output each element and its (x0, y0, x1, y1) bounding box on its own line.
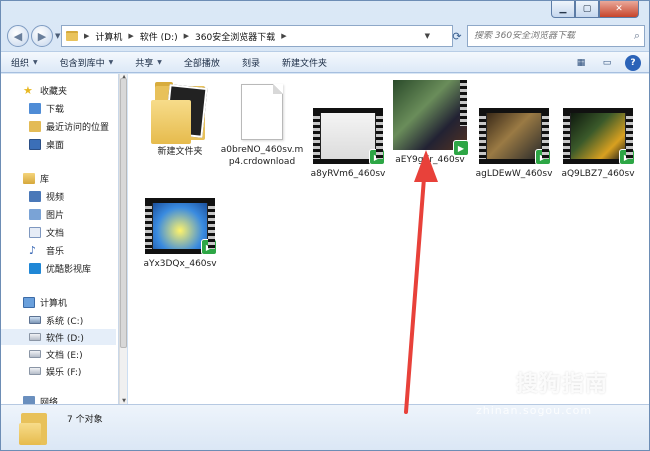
help-icon[interactable]: ? (625, 55, 641, 71)
drive-icon (29, 333, 41, 341)
star-icon: ★ (23, 83, 33, 97)
sidebar-item-documents[interactable]: 文档 (29, 224, 64, 240)
sidebar-item-youku[interactable]: 优酷影视库 (29, 260, 91, 276)
chevron-down-icon: ▼ (33, 58, 38, 66)
sidebar-item-libraries[interactable]: 库 (23, 170, 49, 186)
play-all-button[interactable]: 全部播放 (184, 56, 220, 69)
chevron-right-icon: ▶ (84, 32, 90, 40)
video-thumbnail-icon: ▶ (145, 198, 217, 255)
music-note-icon: ♪ (29, 243, 37, 257)
sidebar-item-drive-e[interactable]: 文档 (E:) (29, 346, 83, 362)
video-thumbnail-icon: ▶ (563, 108, 635, 165)
view-options-icon[interactable]: ▦ (573, 55, 589, 71)
file-list: 新建文件夹 a0breNO_460sv.mp4.crdownload ▶ a8y… (128, 74, 649, 404)
chevron-right-icon: ▶ (183, 32, 190, 40)
file-item-video[interactable]: ▶ aQ9LBZ7_460sv (556, 108, 640, 180)
video-thumbnail-icon: ▶ (393, 80, 469, 156)
address-bar[interactable]: ▶ 计算机 ▶ 软件 (D:) ▶ 360安全浏览器下载 ▶ ▼ (61, 25, 453, 47)
include-in-library-button[interactable]: 包含到库中 ▼ (60, 56, 114, 69)
watermark-url: zhinan.sogou.com (476, 404, 593, 417)
burn-button[interactable]: 刻录 (242, 56, 260, 69)
watermark-brand: 搜狗指南 (516, 372, 609, 397)
sidebar-item-drive-c[interactable]: 系统 (C:) (29, 312, 83, 328)
folder-icon (151, 80, 209, 144)
sidebar-item-videos[interactable]: 视频 (29, 188, 64, 204)
address-dropdown-icon[interactable]: ▼ (425, 32, 430, 40)
chevron-right-icon: ▶ (128, 32, 134, 40)
organize-button[interactable]: 组织 ▼ (11, 56, 38, 69)
sidebar-item-drive-f[interactable]: 娱乐 (F:) (29, 363, 81, 379)
video-library-icon (29, 190, 41, 202)
file-item-video[interactable]: ▶ aYx3DQx_460sv (138, 198, 222, 270)
chevron-right-icon: ▶ (281, 32, 287, 40)
recent-places-icon (29, 120, 41, 132)
network-icon (23, 396, 35, 404)
sidebar-item-desktop[interactable]: 桌面 (29, 136, 64, 152)
sidebar-scrollbar[interactable]: ▲ ▼ (119, 74, 127, 404)
desktop-icon (29, 138, 41, 150)
breadcrumb-download-folder[interactable]: ▶ 360安全浏览器下载 ▶ (184, 30, 293, 43)
computer-icon (23, 296, 35, 308)
system-drive-icon (29, 316, 41, 324)
player-badge-icon: ▶ (619, 149, 635, 165)
video-thumbnail-icon: ▶ (313, 108, 385, 165)
drive-icon (29, 367, 41, 375)
command-toolbar: 组织 ▼ 包含到库中 ▼ 共享 ▼ 全部播放 刻录 新建文件夹 ▦ ▭ ? (1, 51, 649, 73)
sidebar-item-recent[interactable]: 最近访问的位置 (29, 118, 109, 134)
search-input[interactable] (474, 31, 624, 41)
close-button[interactable]: ✕ (599, 1, 639, 18)
folder-icon (66, 31, 78, 41)
preview-pane-icon[interactable]: ▭ (599, 55, 615, 71)
minimize-button[interactable]: ▁ (551, 1, 575, 18)
player-badge-icon: ▶ (535, 149, 551, 165)
back-button[interactable]: ◀ (7, 25, 29, 47)
file-item-video[interactable]: ▶ agLDEwW_460sv (472, 108, 556, 180)
sidebar-item-downloads[interactable]: 下载 (29, 100, 64, 116)
chevron-down-icon: ▼ (157, 58, 162, 66)
chevron-down-icon: ▼ (108, 58, 114, 66)
refresh-button[interactable]: ⟳ (447, 26, 467, 46)
share-button[interactable]: 共享 ▼ (135, 56, 162, 69)
player-badge-icon: ▶ (453, 140, 469, 156)
window-controls: ▁ ▢ ✕ (551, 1, 639, 18)
drive-icon (29, 350, 41, 358)
breadcrumb-drive-d[interactable]: ▶ 软件 (D:) (128, 30, 177, 43)
sogou-logo-icon: S (474, 362, 510, 398)
sidebar-item-drive-d[interactable]: 软件 (D:) (1, 329, 116, 345)
item-count: 7 个对象 (67, 415, 103, 425)
document-library-icon (29, 226, 41, 238)
player-badge-icon: ▶ (369, 149, 385, 165)
sidebar-item-pictures[interactable]: 图片 (29, 206, 64, 222)
picture-library-icon (29, 208, 41, 220)
search-box[interactable]: ⌕ (467, 25, 645, 47)
new-folder-button[interactable]: 新建文件夹 (282, 56, 327, 69)
sidebar-item-computer[interactable]: 计算机 (23, 294, 67, 310)
library-icon (23, 172, 35, 184)
maximize-button[interactable]: ▢ (575, 1, 599, 18)
scrollbar-thumb[interactable] (120, 78, 127, 348)
player-badge-icon: ▶ (201, 239, 217, 255)
file-item-video[interactable]: ▶ aEY9gKr_460sv (388, 80, 472, 166)
sidebar-item-network[interactable]: 网络 (23, 396, 58, 404)
search-icon[interactable]: ⌕ (634, 29, 640, 43)
file-item-video[interactable]: ▶ a8yRVm6_460sv (306, 108, 390, 180)
breadcrumb-computer[interactable]: ▶ 计算机 (84, 30, 122, 43)
navigation-pane: ★ 收藏夹 下载 最近访问的位置 桌面 库 视频 图片 文档 ♪ 音乐 优酷影视库 (1, 74, 119, 404)
file-item-crdownload[interactable]: a0breNO_460sv.mp4.crdownload (220, 84, 304, 168)
blank-document-icon (241, 84, 283, 140)
folder-icon (19, 409, 49, 445)
forward-button[interactable]: ▶ (31, 25, 53, 47)
sidebar-item-favorites[interactable]: ★ 收藏夹 (23, 82, 67, 98)
video-thumbnail-icon: ▶ (479, 108, 551, 165)
sidebar-item-music[interactable]: ♪ 音乐 (29, 242, 64, 258)
navigation-row: ◀ ▶ ▼ ▶ 计算机 ▶ 软件 (D:) ▶ 360安全浏览器下载 ▶ ▼ ⟳… (7, 23, 645, 49)
download-folder-icon (29, 102, 41, 114)
youku-library-icon (29, 262, 41, 274)
file-item-new-folder[interactable]: 新建文件夹 (138, 80, 222, 158)
toolbar-right-group: ▦ ▭ ? (563, 55, 641, 71)
